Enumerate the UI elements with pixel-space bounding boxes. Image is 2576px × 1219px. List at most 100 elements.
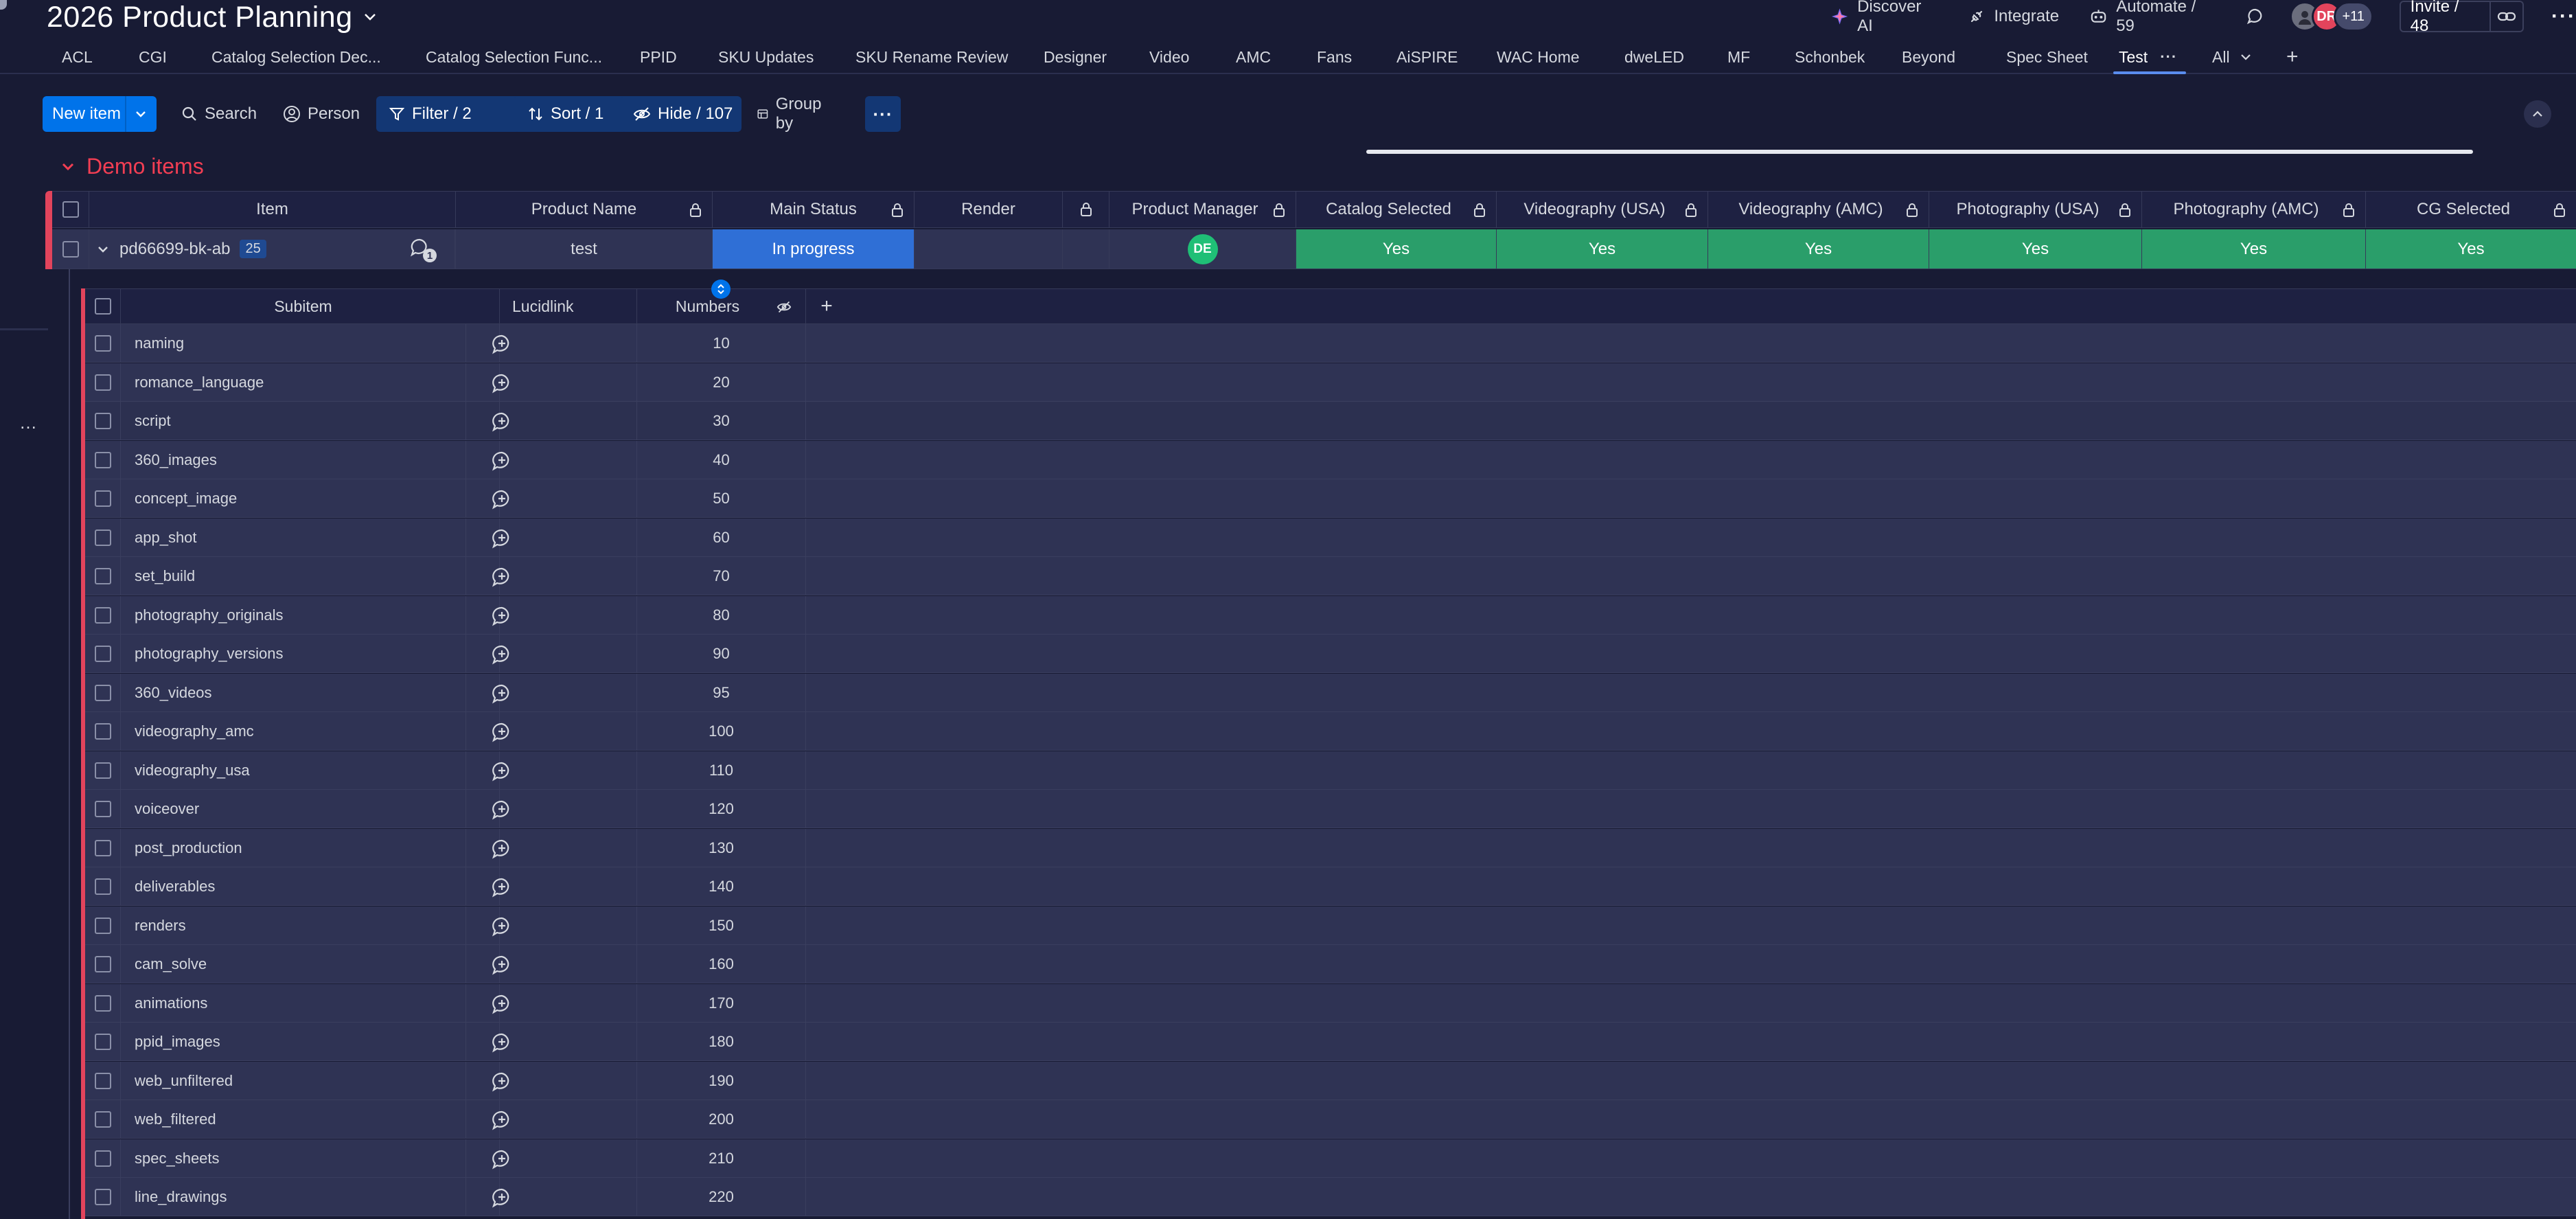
subitem-row[interactable]: deliverables 140 (85, 867, 2576, 906)
subitem-name-cell[interactable]: voiceover (121, 790, 509, 828)
subitem-lucidlink-cell[interactable] (500, 1061, 637, 1100)
subitem-select-cell[interactable] (85, 595, 121, 635)
subitem-number-cell[interactable]: 130 (637, 828, 806, 867)
subitem-name[interactable]: web_filtered (135, 1110, 216, 1128)
subitem-number-cell[interactable]: 170 (637, 983, 806, 1023)
subitem-name[interactable]: videography_amc (135, 722, 254, 740)
subitem-row[interactable]: photography_originals 80 (85, 595, 2576, 635)
toolbar-more-button[interactable]: ··· (865, 96, 901, 132)
subitem-name-cell[interactable]: 360_videos (121, 673, 509, 712)
hide-columns-button[interactable]: Hide / 107 (621, 96, 741, 132)
item-select-cell[interactable] (52, 229, 89, 269)
photography-amc-cell[interactable]: Yes (2142, 229, 2366, 269)
tab-spec-sheet[interactable]: Spec Sheet (2006, 45, 2088, 69)
item-name[interactable]: pd66699-bk-ab (119, 240, 230, 259)
subitem-select-cell[interactable] (85, 402, 121, 440)
subitem-checkbox[interactable] (94, 723, 111, 740)
photography-usa-cell[interactable]: Yes (1929, 229, 2142, 269)
subitem-name[interactable]: set_build (135, 567, 195, 585)
subitem-row[interactable]: set_build 70 (85, 557, 2576, 595)
videography-usa-cell[interactable]: Yes (1497, 229, 1708, 269)
tab-cgi[interactable]: CGI (139, 45, 167, 69)
subitem-row[interactable]: line_drawings 220 (85, 1178, 2576, 1216)
subitem-name[interactable]: 360_videos (135, 684, 212, 702)
subitem-column-header-numbers[interactable]: Numbers (637, 280, 806, 324)
column-header-videography-amc[interactable]: Videography (AMC) (1708, 191, 1929, 228)
subitem-select-cell[interactable] (85, 1100, 121, 1139)
subitem-select-cell[interactable] (85, 635, 121, 673)
subitem-name[interactable]: web_unfiltered (135, 1072, 233, 1090)
subitem-row[interactable]: cam_solve 160 (85, 945, 2576, 983)
subitem-number-cell[interactable]: 20 (637, 363, 806, 402)
subitem-name[interactable]: deliverables (135, 878, 215, 896)
tab-test[interactable]: Test ··· (2119, 45, 2177, 69)
subitem-name-cell[interactable]: web_unfiltered (121, 1061, 509, 1100)
subitem-name-cell[interactable]: cam_solve (121, 945, 509, 983)
subitem-name[interactable]: script (135, 412, 171, 430)
subitem-lucidlink-cell[interactable] (500, 790, 637, 828)
subitem-lucidlink-cell[interactable] (500, 635, 637, 673)
subitem-checkbox[interactable] (94, 1150, 111, 1167)
select-all-cell[interactable] (52, 191, 89, 228)
subitem-row[interactable]: app_shot 60 (85, 518, 2576, 557)
column-header-render-lock[interactable] (1063, 191, 1109, 228)
subitem-lucidlink-cell[interactable] (500, 557, 637, 595)
subitem-number-cell[interactable]: 160 (637, 945, 806, 983)
item-update-button[interactable]: 1 (409, 238, 437, 262)
tab-amc[interactable]: AMC (1236, 45, 1271, 69)
subitem-checkbox[interactable] (94, 568, 111, 584)
subitem-select-cell[interactable] (85, 673, 121, 712)
subitem-number-cell[interactable]: 200 (637, 1100, 806, 1139)
subitem-lucidlink-cell[interactable] (500, 1139, 637, 1178)
subitem-name-cell[interactable]: photography_versions (121, 635, 509, 673)
subitem-select-cell[interactable] (85, 828, 121, 867)
subitem-row[interactable]: photography_versions 90 (85, 635, 2576, 673)
subitem-lucidlink-cell[interactable] (500, 440, 637, 479)
subitem-select-cell[interactable] (85, 1061, 121, 1100)
subitem-name-cell[interactable]: post_production (121, 828, 509, 867)
subitem-name-cell[interactable]: ppid_images (121, 1023, 509, 1061)
group-title[interactable]: Demo items (87, 154, 204, 179)
subitem-number-cell[interactable]: 40 (637, 440, 806, 479)
subitem-select-cell[interactable] (85, 479, 121, 518)
item-name-cell[interactable]: pd66699-bk-ab 25 1 (89, 229, 456, 269)
tab-catalog-selection-func[interactable]: Catalog Selection Func... (426, 45, 602, 69)
subitem-row[interactable]: 360_images 40 (85, 440, 2576, 479)
subitem-select-cell[interactable] (85, 557, 121, 595)
subitem-name-cell[interactable]: romance_language (121, 363, 509, 402)
subitem-number-cell[interactable]: 110 (637, 751, 806, 790)
tab-wac-home[interactable]: WAC Home (1497, 45, 1580, 69)
discover-ai-button[interactable]: Discover AI (1830, 0, 1937, 36)
subitem-checkbox[interactable] (94, 1034, 111, 1050)
subitem-name-cell[interactable]: videography_amc (121, 712, 509, 751)
tab-sku-updates[interactable]: SKU Updates (718, 45, 814, 69)
subitem-name[interactable]: ppid_images (135, 1033, 220, 1051)
avatar[interactable]: DE (1187, 233, 1218, 264)
chevron-down-icon[interactable] (135, 108, 147, 120)
subitem-number-cell[interactable]: 150 (637, 906, 806, 945)
copy-link-button[interactable] (2490, 1, 2525, 32)
invite-button[interactable]: Invite / 48 (2399, 0, 2491, 35)
subitem-name[interactable]: line_drawings (135, 1188, 227, 1206)
subitem-lucidlink-cell[interactable] (500, 945, 637, 983)
subitem-select-cell[interactable] (85, 906, 121, 945)
subitem-checkbox[interactable] (94, 606, 111, 624)
subitem-name-cell[interactable]: naming (121, 324, 509, 363)
subitem-select-cell[interactable] (85, 518, 121, 557)
subitem-checkbox[interactable] (94, 839, 111, 856)
subitem-row[interactable]: renders 150 (85, 906, 2576, 945)
subitem-name-cell[interactable]: animations (121, 983, 509, 1023)
subitem-number-cell[interactable]: 180 (637, 1023, 806, 1061)
subitem-number-cell[interactable]: 210 (637, 1139, 806, 1178)
subitem-select-cell[interactable] (85, 790, 121, 828)
subitem-row[interactable]: script 30 (85, 402, 2576, 440)
tab-ppid[interactable]: PPID (640, 45, 677, 69)
subitem-checkbox[interactable] (94, 1111, 111, 1128)
subitem-number-cell[interactable]: 120 (637, 790, 806, 828)
subitem-name-cell[interactable]: videography_usa (121, 751, 509, 790)
subitem-checkbox[interactable] (94, 994, 111, 1012)
subitem-lucidlink-cell[interactable] (500, 1100, 637, 1139)
column-header-product-manager[interactable]: Product Manager (1109, 191, 1296, 228)
subitem-number-cell[interactable]: 90 (637, 635, 806, 673)
subitem-number-cell[interactable]: 70 (637, 557, 806, 595)
